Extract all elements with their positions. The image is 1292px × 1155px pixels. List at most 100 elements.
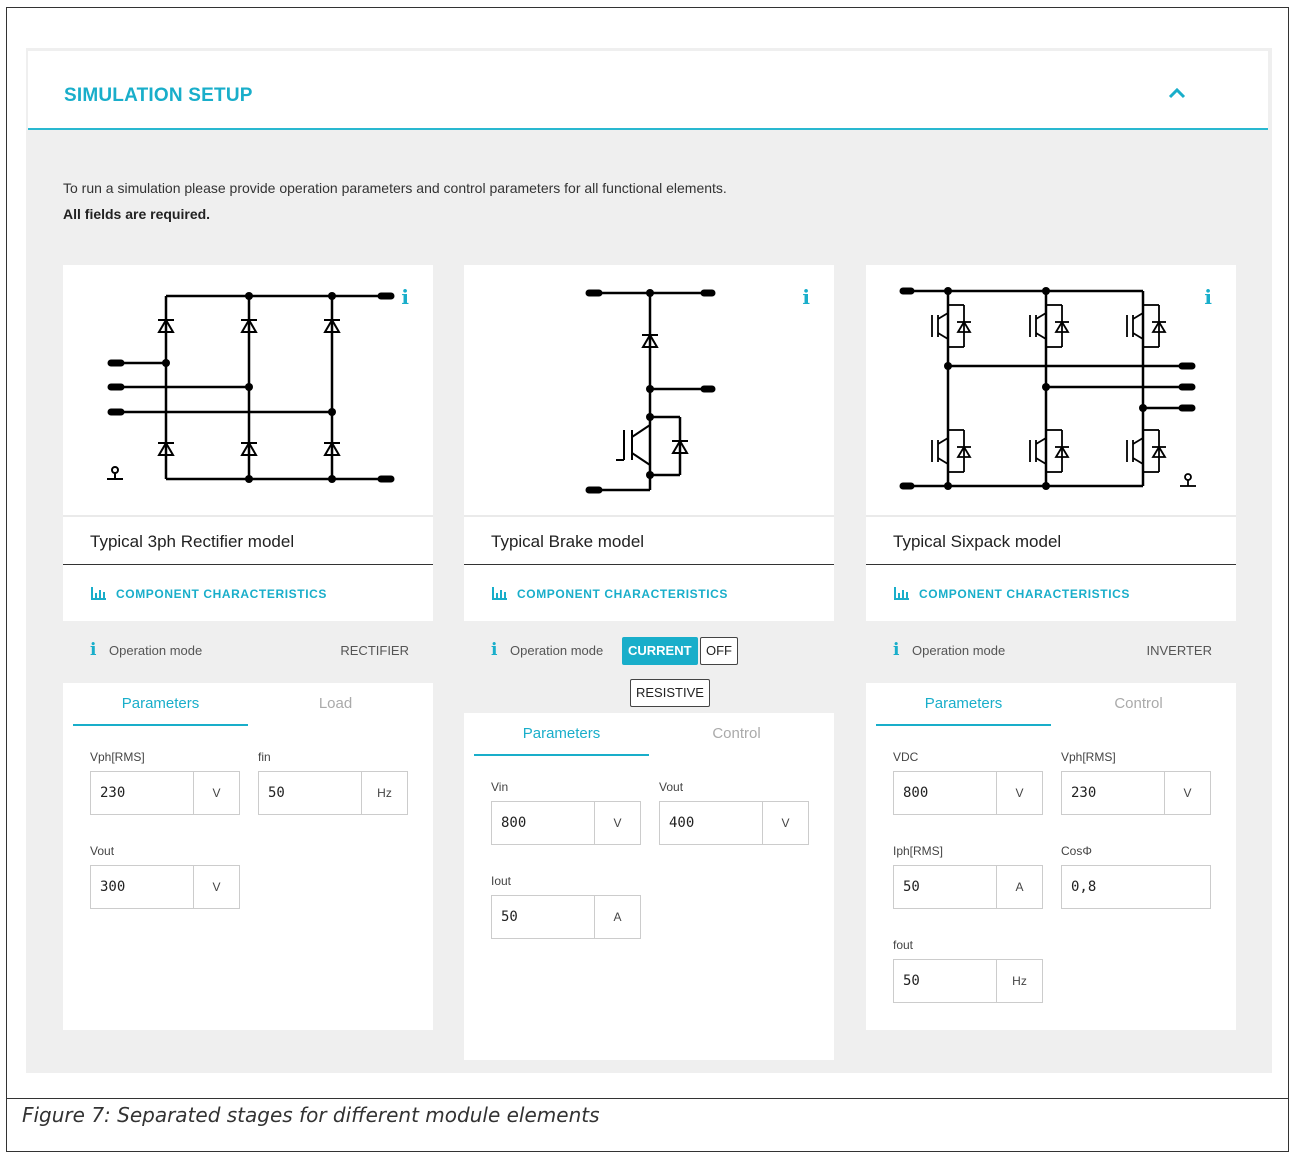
- sixpack-component-characteristics-link[interactable]: COMPONENT CHARACTERISTICS: [866, 565, 1236, 621]
- bar-chart-icon: [492, 587, 507, 600]
- sixpack-operation-mode: i Operation mode INVERTER: [866, 621, 1236, 683]
- vph-rms-input[interactable]: 230 V: [90, 771, 240, 815]
- field-unit: V: [996, 772, 1042, 814]
- operation-mode-value: INVERTER: [1146, 643, 1213, 658]
- field-unit: V: [193, 866, 239, 908]
- tab-parameters[interactable]: Parameters: [474, 725, 649, 742]
- mode-resistive-button[interactable]: RESISTIVE: [630, 679, 710, 707]
- field-value[interactable]: 230: [91, 772, 193, 814]
- component-characteristics-label: COMPONENT CHARACTERISTICS: [116, 587, 328, 601]
- field-value[interactable]: 0,8: [1062, 866, 1210, 908]
- field-label-cosphi: CosΦ: [1061, 844, 1092, 858]
- rectifier-circuit: [107, 292, 395, 483]
- field-value[interactable]: 800: [894, 772, 996, 814]
- field-value[interactable]: 50: [259, 772, 361, 814]
- field-label-vdc: VDC: [893, 750, 919, 764]
- rectifier-component-characteristics-link[interactable]: COMPONENT CHARACTERISTICS: [63, 565, 433, 621]
- field-value[interactable]: 300: [91, 866, 193, 908]
- field-label-vout: Vout: [90, 844, 115, 858]
- field-unit: V: [594, 802, 640, 844]
- fin-input[interactable]: 50 Hz: [258, 771, 408, 815]
- sixpack-tabs: Parameters Control: [866, 683, 1236, 731]
- vout-input[interactable]: 300 V: [90, 865, 240, 909]
- cosphi-input[interactable]: 0,8: [1061, 865, 1211, 909]
- info-icon[interactable]: i: [491, 640, 497, 660]
- rectifier-tabs: Parameters Load: [63, 683, 433, 731]
- mode-current-button[interactable]: CURRENT: [622, 637, 698, 665]
- sixpack-circuit: [899, 287, 1196, 490]
- field-label-vout: Vout: [659, 780, 684, 794]
- brake-circuit: [585, 289, 716, 494]
- sixpack-card-title: Typical Sixpack model: [893, 532, 1062, 551]
- field-label-iout: Iout: [491, 874, 512, 888]
- panel-header[interactable]: SIMULATION SETUP: [28, 51, 1268, 130]
- operation-mode-label: Operation mode: [912, 643, 1006, 658]
- field-unit: Hz: [996, 960, 1042, 1002]
- brake-info-icon[interactable]: i: [802, 285, 810, 309]
- field-value[interactable]: 50: [894, 960, 996, 1002]
- figure-caption: Figure 7: Separated stages for different…: [22, 1103, 600, 1127]
- brake-component-characteristics-link[interactable]: COMPONENT CHARACTERISTICS: [464, 565, 834, 621]
- field-label-vin: Vin: [491, 780, 509, 794]
- operation-mode-label: Operation mode: [510, 643, 604, 658]
- field-label-vph: Vph[RMS]: [1061, 750, 1116, 764]
- intro-text: To run a simulation please provide opera…: [63, 180, 727, 196]
- brake-diagram: i: [464, 265, 834, 515]
- field-unit: Hz: [361, 772, 407, 814]
- bar-chart-icon: [894, 587, 909, 600]
- active-tab-indicator: [474, 754, 649, 756]
- active-tab-indicator: [73, 724, 248, 726]
- tab-load[interactable]: Load: [248, 695, 423, 712]
- brake-card: i Typical Brake model COMPONENT CHARACTE…: [464, 265, 834, 1060]
- field-value[interactable]: 230: [1062, 772, 1164, 814]
- brake-tabs: Parameters Control: [464, 713, 834, 761]
- sixpack-card: i Typical Sixpack model COMPONENT CHARAC…: [866, 265, 1236, 1030]
- rectifier-card: i Typical 3ph Rectifier model COMPONENT …: [63, 265, 433, 1030]
- simulation-setup-panel: SIMULATION SETUP To run a simulation ple…: [26, 48, 1272, 1073]
- field-label-iph: Iph[RMS]: [893, 844, 944, 858]
- iout-input[interactable]: 50 A: [491, 895, 641, 939]
- bar-chart-icon: [91, 587, 106, 600]
- brake-operation-mode: i Operation mode CURRENT OFF RESISTIVE: [464, 621, 834, 713]
- vph-rms-input[interactable]: 230 V: [1061, 771, 1211, 815]
- vout-input[interactable]: 400 V: [659, 801, 809, 845]
- required-note: All fields are required.: [63, 206, 211, 222]
- field-unit: A: [996, 866, 1042, 908]
- active-tab-indicator: [876, 724, 1051, 726]
- tab-control[interactable]: Control: [649, 725, 824, 742]
- field-unit: V: [193, 772, 239, 814]
- caption-divider: [6, 1098, 1289, 1099]
- rectifier-info-icon[interactable]: i: [401, 285, 409, 309]
- info-icon[interactable]: i: [893, 640, 899, 660]
- vdc-input[interactable]: 800 V: [893, 771, 1043, 815]
- field-value[interactable]: 400: [660, 802, 762, 844]
- field-value[interactable]: 50: [492, 896, 594, 938]
- tab-parameters[interactable]: Parameters: [876, 695, 1051, 712]
- field-unit: V: [1164, 772, 1210, 814]
- brake-card-title: Typical Brake model: [491, 532, 645, 551]
- sixpack-diagram: i: [866, 265, 1236, 515]
- panel-title: SIMULATION SETUP: [64, 85, 253, 106]
- rectifier-diagram: i: [63, 265, 433, 515]
- operation-mode-label: Operation mode: [109, 643, 203, 658]
- tab-control[interactable]: Control: [1051, 695, 1226, 712]
- component-characteristics-label: COMPONENT CHARACTERISTICS: [517, 587, 729, 601]
- mode-off-button[interactable]: OFF: [700, 637, 738, 665]
- field-unit: V: [762, 802, 808, 844]
- vin-input[interactable]: 800 V: [491, 801, 641, 845]
- iph-rms-input[interactable]: 50 A: [893, 865, 1043, 909]
- chevron-up-icon[interactable]: [1164, 82, 1190, 104]
- field-label-fout: fout: [893, 938, 914, 952]
- component-characteristics-label: COMPONENT CHARACTERISTICS: [919, 587, 1131, 601]
- field-value[interactable]: 800: [492, 802, 594, 844]
- fout-input[interactable]: 50 Hz: [893, 959, 1043, 1003]
- field-value[interactable]: 50: [894, 866, 996, 908]
- info-icon[interactable]: i: [90, 640, 96, 660]
- tab-parameters[interactable]: Parameters: [73, 695, 248, 712]
- sixpack-info-icon[interactable]: i: [1204, 285, 1212, 309]
- field-unit: A: [594, 896, 640, 938]
- rectifier-operation-mode: i Operation mode RECTIFIER: [63, 621, 433, 683]
- field-label-vph: Vph[RMS]: [90, 750, 145, 764]
- field-label-fin: fin: [258, 750, 271, 764]
- rectifier-card-title: Typical 3ph Rectifier model: [90, 532, 295, 551]
